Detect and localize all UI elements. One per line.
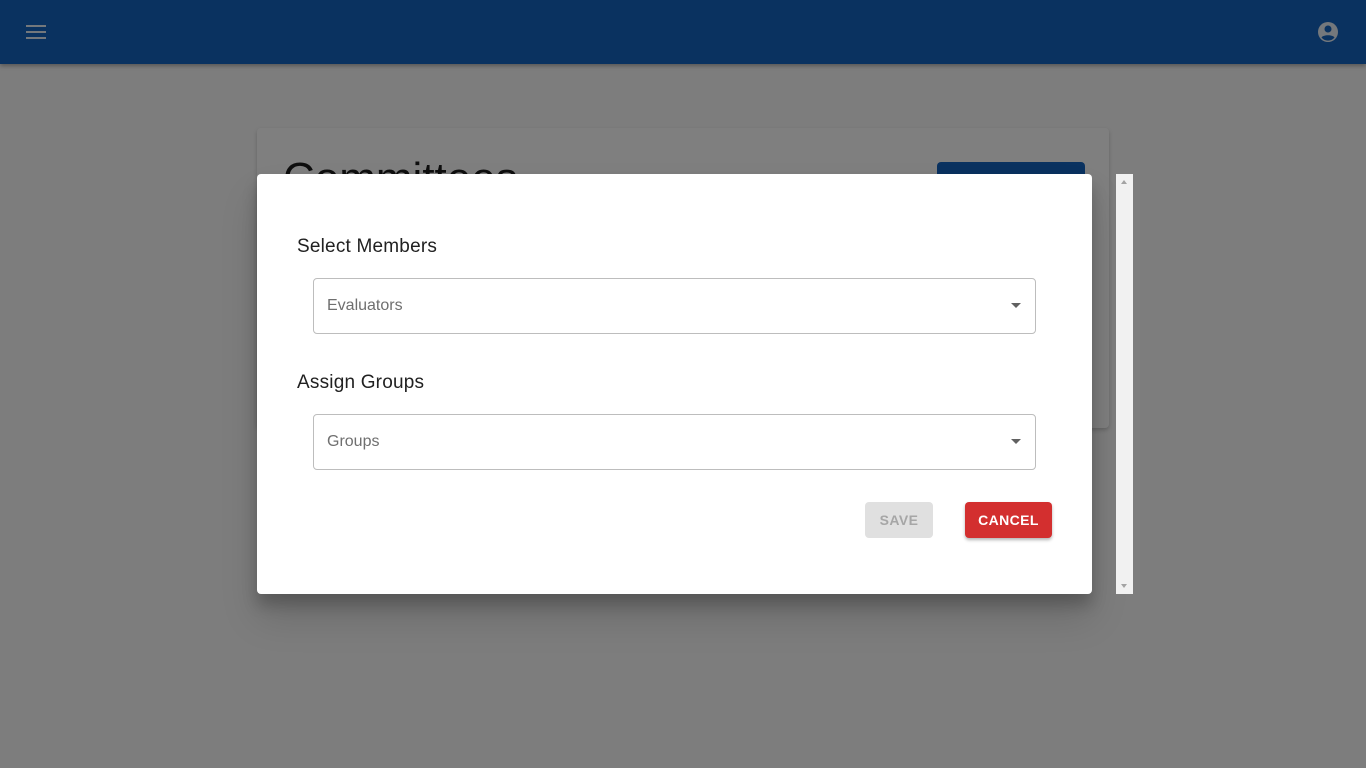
- evaluators-select-label: Evaluators: [327, 297, 403, 314]
- groups-select-label: Groups: [327, 433, 380, 450]
- dialog-scrollbar[interactable]: [1116, 174, 1133, 594]
- select-members-title: Select Members: [297, 236, 438, 257]
- dialog-container: Select Members Evaluators Assign Groups …: [257, 174, 1133, 594]
- dropdown-arrow-icon: [1011, 303, 1021, 308]
- assign-groups-title: Assign Groups: [297, 372, 425, 393]
- scroll-up-arrow-icon[interactable]: [1121, 180, 1127, 184]
- dropdown-arrow-icon: [1011, 439, 1021, 444]
- evaluators-select[interactable]: Evaluators: [313, 278, 1036, 334]
- cancel-button[interactable]: CANCEL: [965, 502, 1052, 538]
- save-button[interactable]: SAVE: [865, 502, 933, 538]
- scroll-down-arrow-icon[interactable]: [1121, 584, 1127, 588]
- assign-members-dialog: Select Members Evaluators Assign Groups …: [257, 174, 1092, 594]
- groups-select[interactable]: Groups: [313, 414, 1036, 470]
